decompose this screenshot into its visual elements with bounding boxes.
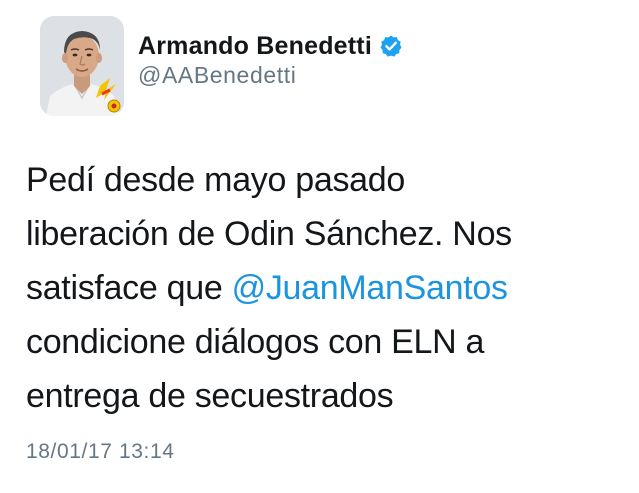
tweet-text-segment: entrega de secuestrados [26, 377, 394, 415]
avatar[interactable] [40, 16, 124, 116]
verified-badge-icon [379, 34, 403, 58]
tweet-text-segment: liberación de Odin Sánchez. Nos [26, 215, 512, 253]
tweet-timestamp[interactable]: 18/01/17 13:14 [26, 440, 175, 464]
tweet-card: Armando Benedetti @AABenedetti Pedí desd… [0, 0, 639, 493]
author-handle[interactable]: @AABenedetti [138, 62, 296, 89]
tweet-text-segment: satisface que [26, 269, 232, 307]
tweet-text-line: entrega de secuestrados [26, 369, 626, 423]
tweet-text-line: satisface que @JuanManSantos [26, 261, 626, 315]
profile-photo-icon [40, 16, 124, 116]
tweet-text-segment: Pedí desde mayo pasado [26, 161, 406, 199]
author-name-row: Armando Benedetti [138, 28, 403, 64]
tweet-text: Pedí desde mayo pasado liberación de Odi… [26, 153, 626, 423]
tweet-text-line: liberación de Odin Sánchez. Nos [26, 207, 626, 261]
mention-link[interactable]: @JuanManSantos [232, 269, 508, 307]
tweet-text-line: Pedí desde mayo pasado [26, 153, 626, 207]
tweet-text-segment: condicione diálogos con ELN a [26, 323, 485, 361]
tweet-text-line: condicione diálogos con ELN a [26, 315, 626, 369]
author-display-name[interactable]: Armando Benedetti [138, 32, 372, 61]
